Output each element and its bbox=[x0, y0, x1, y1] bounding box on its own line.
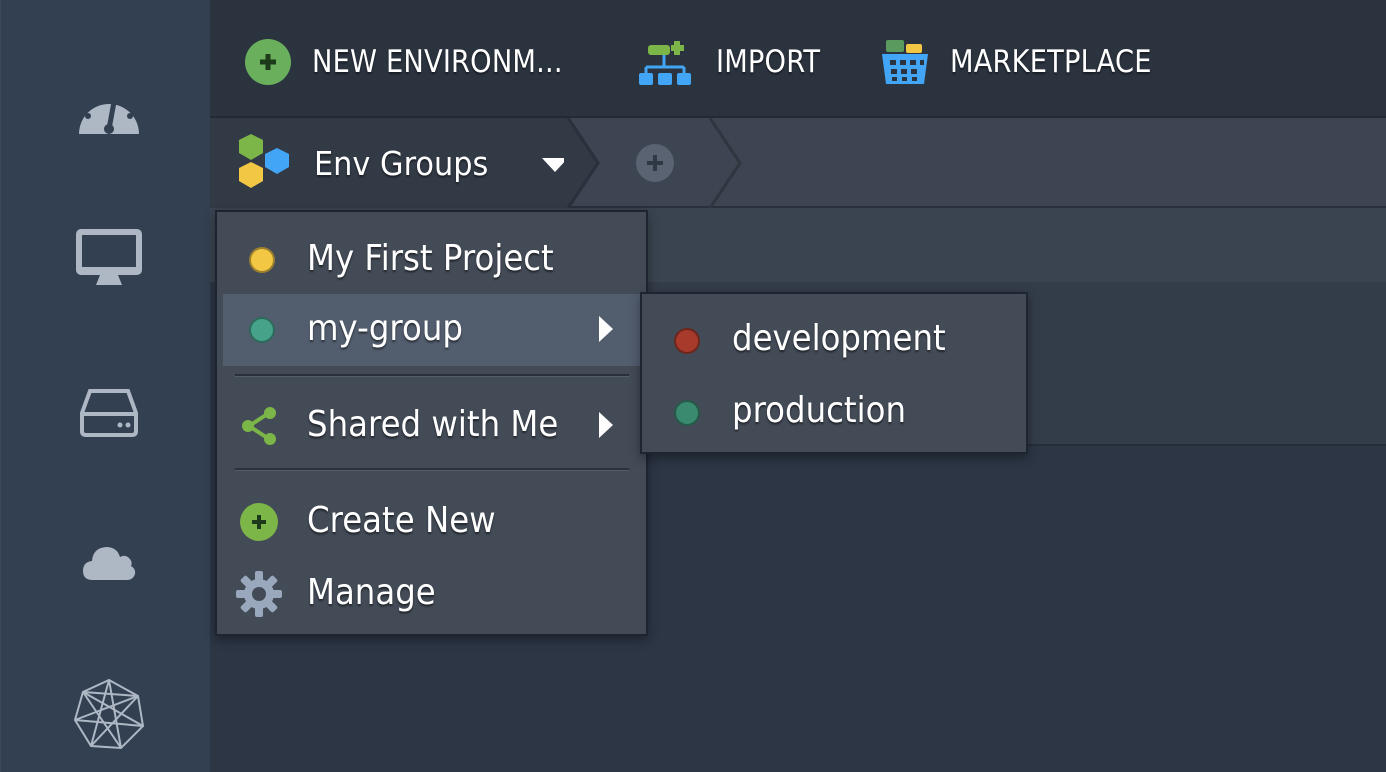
left-sidebar bbox=[0, 0, 210, 772]
plus-circle-icon bbox=[240, 503, 278, 541]
menu-item-my-group[interactable]: my-group bbox=[223, 294, 641, 366]
env-color-dot bbox=[674, 328, 700, 354]
network-mesh-icon[interactable] bbox=[71, 676, 147, 752]
share-icon bbox=[242, 407, 276, 445]
tab-env-groups-label: Env Groups bbox=[314, 143, 489, 183]
marketplace-label: MARKETPLACE bbox=[950, 44, 1152, 80]
submenu-item-label: production bbox=[732, 390, 906, 431]
top-toolbar: NEW ENVIRONM... IMPORT MARKETPLACE bbox=[210, 0, 1386, 118]
storage-drive-icon[interactable] bbox=[71, 374, 147, 450]
my-group-submenu: development production bbox=[640, 292, 1028, 454]
new-environment-button[interactable]: NEW ENVIRONM... bbox=[244, 34, 604, 90]
dashboard-gauge-icon[interactable] bbox=[71, 74, 147, 150]
monitor-icon[interactable] bbox=[71, 220, 147, 296]
marketplace-button[interactable]: MARKETPLACE bbox=[880, 34, 1180, 90]
env-groups-dropdown-menu: My First Project my-group Shared with Me… bbox=[215, 210, 648, 636]
menu-item-label: Create New bbox=[307, 500, 496, 541]
env-color-dot bbox=[674, 400, 700, 426]
menu-item-manage[interactable]: Manage bbox=[223, 558, 641, 630]
plus-circle-icon bbox=[245, 39, 291, 85]
submenu-arrow-icon bbox=[599, 316, 613, 342]
submenu-item-label: development bbox=[732, 318, 946, 359]
menu-item-shared-with-me[interactable]: Shared with Me bbox=[223, 390, 641, 462]
menu-item-label: My First Project bbox=[307, 238, 554, 279]
menu-item-create-new[interactable]: Create New bbox=[223, 486, 641, 558]
menu-item-my-first-project[interactable]: My First Project bbox=[223, 224, 641, 296]
menu-divider bbox=[235, 374, 629, 377]
group-color-dot bbox=[249, 247, 275, 273]
import-tree-icon bbox=[639, 41, 691, 85]
group-color-dot bbox=[249, 317, 275, 343]
env-groups-hexagons-icon bbox=[239, 134, 289, 188]
submenu-item-production[interactable]: production bbox=[642, 376, 1026, 448]
menu-item-label: Manage bbox=[307, 572, 436, 613]
cloud-icon[interactable] bbox=[71, 524, 147, 600]
breadcrumb-chevron-icon bbox=[564, 118, 600, 208]
gear-icon bbox=[236, 571, 282, 617]
menu-item-label: my-group bbox=[307, 308, 463, 349]
new-environment-label: NEW ENVIRONM... bbox=[312, 44, 563, 80]
plus-icon bbox=[647, 155, 663, 171]
breadcrumb-tabs: Env Groups bbox=[210, 118, 1386, 208]
tab-env-groups[interactable]: Env Groups bbox=[210, 118, 570, 208]
add-tab-button[interactable] bbox=[636, 144, 674, 182]
import-button[interactable]: IMPORT bbox=[638, 34, 848, 90]
breadcrumb-chevron-icon bbox=[708, 118, 742, 208]
marketplace-basket-icon bbox=[882, 40, 928, 84]
submenu-item-development[interactable]: development bbox=[642, 304, 1026, 376]
import-label: IMPORT bbox=[716, 44, 821, 80]
menu-divider bbox=[235, 468, 629, 471]
menu-item-label: Shared with Me bbox=[307, 404, 559, 445]
submenu-arrow-icon bbox=[599, 412, 613, 438]
